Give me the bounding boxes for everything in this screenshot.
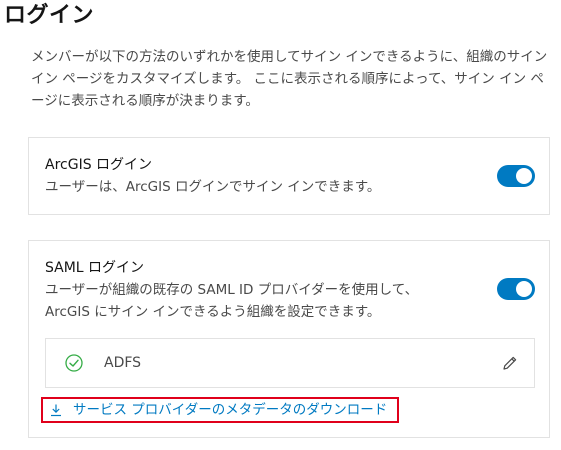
saml-login-description-line1: ユーザーが組織の既存の SAML ID プロバイダーを使用して、 — [45, 282, 419, 298]
download-metadata-label: サービス プロバイダーのメタデータのダウンロード — [73, 402, 388, 418]
toggle-knob — [516, 281, 532, 297]
pencil-icon[interactable] — [502, 355, 518, 371]
intro-text: メンバーが以下の方法のいずれかを使用してサイン インできるように、組織のサイン … — [31, 49, 548, 109]
check-circle-icon — [65, 354, 83, 372]
saml-login-toggle[interactable] — [497, 278, 535, 300]
download-metadata-link[interactable]: サービス プロバイダーのメタデータのダウンロード — [41, 397, 400, 423]
arcgis-login-toggle[interactable] — [497, 165, 535, 187]
saml-login-description-line2: ArcGIS にサイン インできるよう組織を設定できます。 — [45, 304, 381, 320]
identity-provider-row: ADFS — [45, 338, 535, 388]
identity-provider-name: ADFS — [104, 355, 142, 371]
arcgis-login-title: ArcGIS ログイン — [45, 157, 153, 173]
arcgis-login-description: ユーザーは、ArcGIS ログインでサイン インできます。 — [45, 179, 381, 195]
saml-login-card: SAML ログイン ユーザーが組織の既存の SAML ID プロバイダーを使用し… — [28, 240, 550, 438]
download-icon — [51, 404, 61, 417]
arcgis-login-card: ArcGIS ログイン ユーザーは、ArcGIS ログインでサイン インできます… — [28, 137, 550, 215]
toggle-knob — [516, 168, 532, 184]
page-title: ログイン — [4, 3, 95, 28]
saml-login-title: SAML ログイン — [45, 260, 145, 276]
